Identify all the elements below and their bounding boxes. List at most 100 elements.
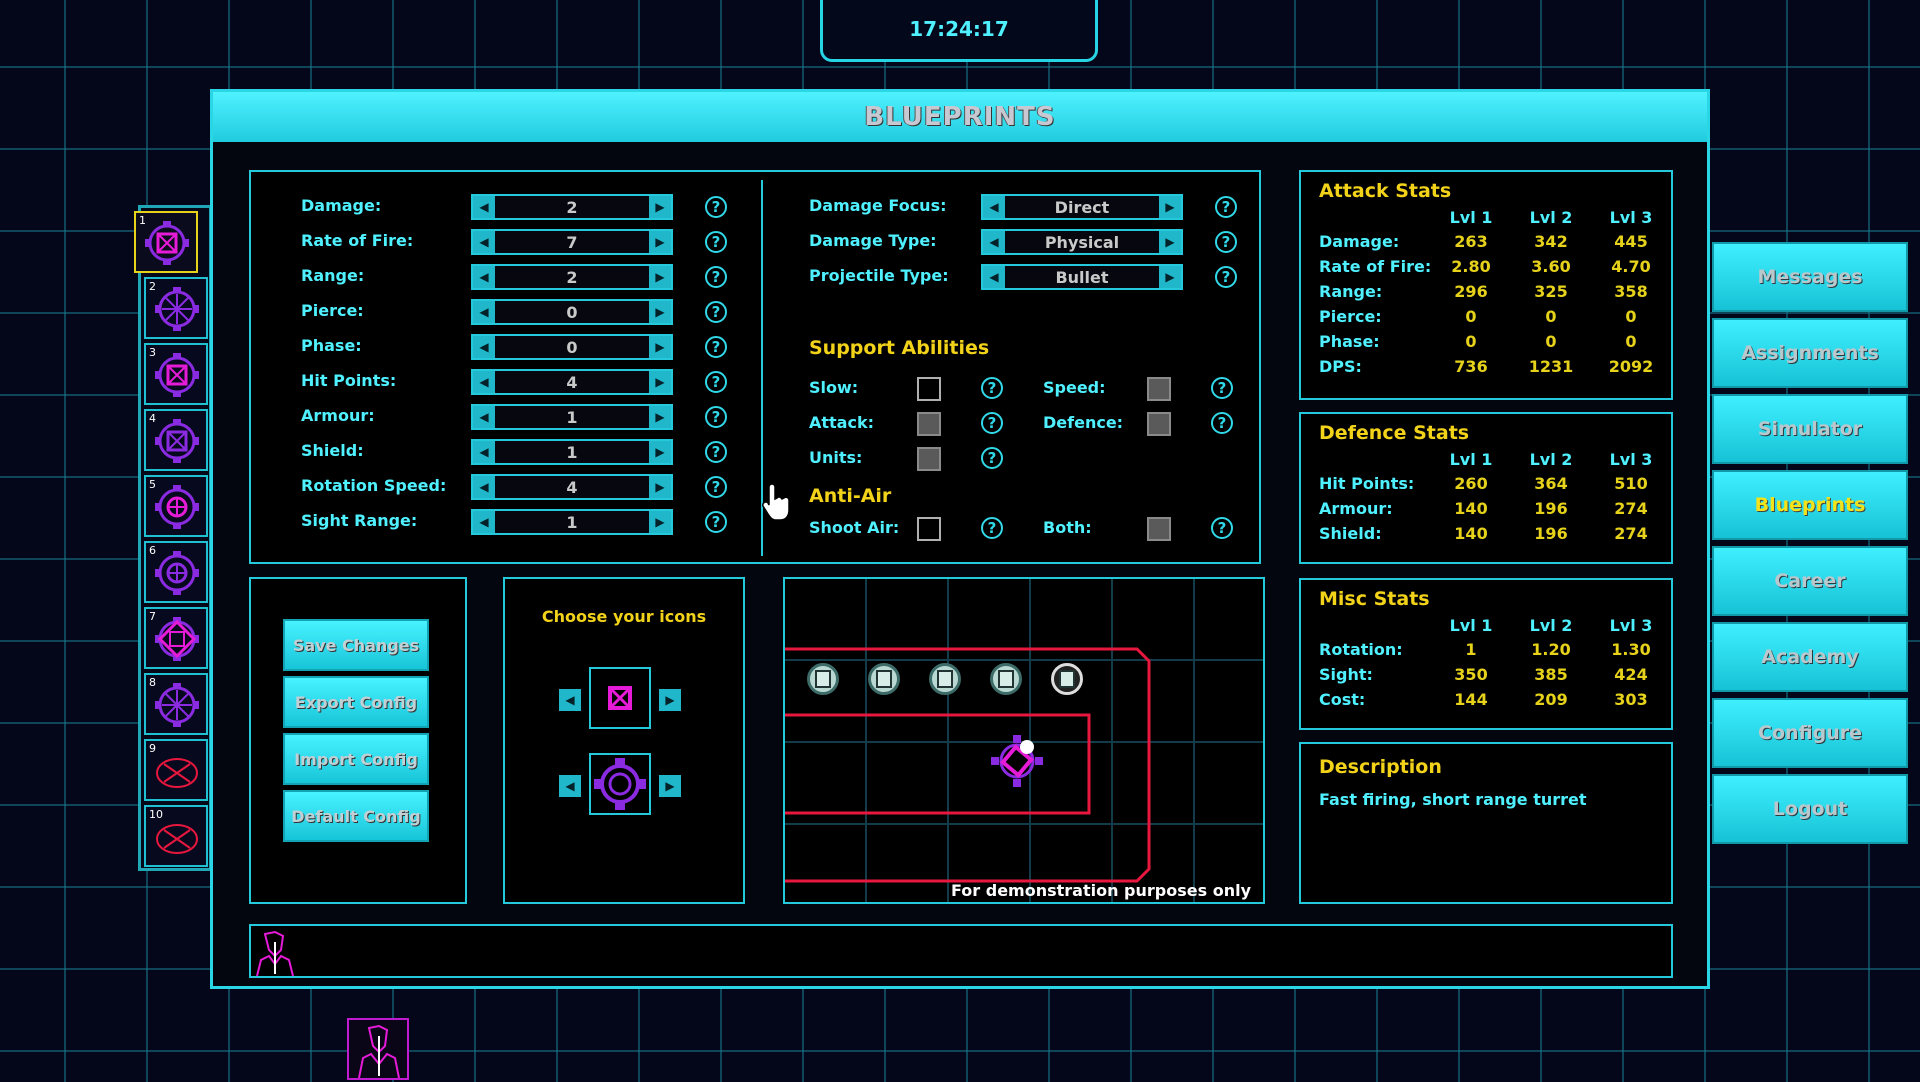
rate-of-fire-help-icon[interactable]: ? <box>705 231 727 253</box>
menu-messages-button[interactable]: Messages <box>1712 242 1908 312</box>
defence-checkbox[interactable] <box>1147 412 1171 436</box>
increase-arrow-icon[interactable]: ▶ <box>649 406 671 428</box>
shoot-air-label: Shoot Air: <box>809 518 900 537</box>
blueprint-slot-1[interactable]: 1 <box>134 211 198 273</box>
blueprint-slot-8[interactable]: 8 <box>144 673 208 735</box>
sight-range-help-icon[interactable]: ? <box>705 511 727 533</box>
increase-arrow-icon[interactable]: ▶ <box>649 301 671 323</box>
menu-academy-button[interactable]: Academy <box>1712 622 1908 692</box>
rotation-speed-help-icon[interactable]: ? <box>705 476 727 498</box>
increase-arrow-icon[interactable]: ▶ <box>649 231 671 253</box>
increase-arrow-icon[interactable]: ▶ <box>649 476 671 498</box>
decrease-arrow-icon[interactable]: ◀ <box>473 196 495 218</box>
blueprint-slot-10[interactable]: 10 <box>144 805 208 867</box>
blueprint-slot-5[interactable]: 5 <box>144 475 208 537</box>
previous-arrow-icon[interactable]: ◀ <box>983 231 1005 253</box>
previous-arrow-icon[interactable]: ◀ <box>983 266 1005 288</box>
base-icon-next-arrow-icon[interactable]: ▶ <box>659 775 681 797</box>
speed-help-icon[interactable]: ? <box>1211 377 1233 399</box>
hit-points-label: Hit Points: <box>301 371 397 390</box>
shoot-air-checkbox[interactable] <box>917 517 941 541</box>
increase-arrow-icon[interactable]: ▶ <box>649 371 671 393</box>
stat-value: 736 <box>1454 357 1488 376</box>
icon-prev-arrow-icon[interactable]: ◀ <box>559 689 581 711</box>
base-icon-prev-arrow-icon[interactable]: ◀ <box>559 775 581 797</box>
stat-row-label: Cost: <box>1319 690 1366 709</box>
increase-arrow-icon[interactable]: ▶ <box>649 336 671 358</box>
hit-points-help-icon[interactable]: ? <box>705 371 727 393</box>
empty-slot-icon <box>156 824 198 854</box>
decrease-arrow-icon[interactable]: ◀ <box>473 406 495 428</box>
blueprint-slot-7[interactable]: 7 <box>144 607 208 669</box>
decrease-arrow-icon[interactable]: ◀ <box>473 441 495 463</box>
stat-row-label: Shield: <box>1319 524 1382 543</box>
hand-cursor-icon <box>762 484 790 521</box>
decrease-arrow-icon[interactable]: ◀ <box>473 266 495 288</box>
increase-arrow-icon[interactable]: ▶ <box>649 266 671 288</box>
attack-help-icon[interactable]: ? <box>981 412 1003 434</box>
armour-help-icon[interactable]: ? <box>705 406 727 428</box>
phase-help-icon[interactable]: ? <box>705 336 727 358</box>
damage-focus-help-icon[interactable]: ? <box>1215 196 1237 218</box>
increase-arrow-icon[interactable]: ▶ <box>649 196 671 218</box>
next-arrow-icon[interactable]: ▶ <box>1159 196 1181 218</box>
projectile-type-help-icon[interactable]: ? <box>1215 266 1237 288</box>
stat-value: 2.80 <box>1451 257 1491 276</box>
menu-logout-button[interactable]: Logout <box>1712 774 1908 844</box>
stat-row-label: Hit Points: <box>1319 474 1415 493</box>
blueprint-slot-2[interactable]: 2 <box>144 277 208 339</box>
export-config-button[interactable]: Export Config <box>283 676 429 728</box>
default-config-button[interactable]: Default Config <box>283 790 429 842</box>
defence-label: Defence: <box>1043 413 1124 432</box>
decrease-arrow-icon[interactable]: ◀ <box>473 511 495 533</box>
decrease-arrow-icon[interactable]: ◀ <box>473 336 495 358</box>
blueprint-slot-3[interactable]: 3 <box>144 343 208 405</box>
unit-glyph-icon <box>815 670 831 688</box>
stat-value: 0 <box>1625 332 1637 351</box>
panel-title: BLUEPRINTS <box>213 92 1707 142</box>
blueprint-slot-9[interactable]: 9 <box>144 739 208 801</box>
menu-career-button[interactable]: Career <box>1712 546 1908 616</box>
decrease-arrow-icon[interactable]: ◀ <box>473 371 495 393</box>
decrease-arrow-icon[interactable]: ◀ <box>473 231 495 253</box>
speed-checkbox[interactable] <box>1147 377 1171 401</box>
shield-help-icon[interactable]: ? <box>705 441 727 463</box>
blueprint-slot-6[interactable]: 6 <box>144 541 208 603</box>
next-arrow-icon[interactable]: ▶ <box>1159 231 1181 253</box>
attack-checkbox[interactable] <box>917 412 941 436</box>
increase-arrow-icon[interactable]: ▶ <box>649 441 671 463</box>
units-checkbox[interactable] <box>917 447 941 471</box>
menu-simulator-button[interactable]: Simulator <box>1712 394 1908 464</box>
units-help-icon[interactable]: ? <box>981 447 1003 469</box>
increase-arrow-icon[interactable]: ▶ <box>649 511 671 533</box>
stat-value: 510 <box>1614 474 1648 493</box>
both-checkbox[interactable] <box>1147 517 1171 541</box>
damage-help-icon[interactable]: ? <box>705 196 727 218</box>
damage-type-help-icon[interactable]: ? <box>1215 231 1237 253</box>
pierce-help-icon[interactable]: ? <box>705 301 727 323</box>
decrease-arrow-icon[interactable]: ◀ <box>473 301 495 323</box>
menu-blueprints-button[interactable]: Blueprints <box>1712 470 1908 540</box>
avatar[interactable] <box>347 1018 409 1080</box>
slow-help-icon[interactable]: ? <box>981 377 1003 399</box>
shoot-air-help-icon[interactable]: ? <box>981 517 1003 539</box>
blueprint-slot-4[interactable]: 4 <box>144 409 208 471</box>
import-config-button[interactable]: Import Config <box>283 733 429 785</box>
stat-value: 263 <box>1454 232 1488 251</box>
slow-checkbox[interactable] <box>917 377 941 401</box>
menu-configure-button[interactable]: Configure <box>1712 698 1908 768</box>
stat-row-label: Damage: <box>1319 232 1400 251</box>
defence-help-icon[interactable]: ? <box>1211 412 1233 434</box>
icon-next-arrow-icon[interactable]: ▶ <box>659 689 681 711</box>
both-help-icon[interactable]: ? <box>1211 517 1233 539</box>
menu-assignments-button[interactable]: Assignments <box>1712 318 1908 388</box>
previous-arrow-icon[interactable]: ◀ <box>983 196 1005 218</box>
both-label: Both: <box>1043 518 1092 537</box>
decrease-arrow-icon[interactable]: ◀ <box>473 476 495 498</box>
level-column-header: Lvl 3 <box>1609 450 1653 469</box>
range-help-icon[interactable]: ? <box>705 266 727 288</box>
hit-points-value: 4 <box>566 372 578 392</box>
next-arrow-icon[interactable]: ▶ <box>1159 266 1181 288</box>
hit-points-stepper: ◀ 4 ▶ <box>471 369 673 395</box>
save-changes-button[interactable]: Save Changes <box>283 619 429 671</box>
